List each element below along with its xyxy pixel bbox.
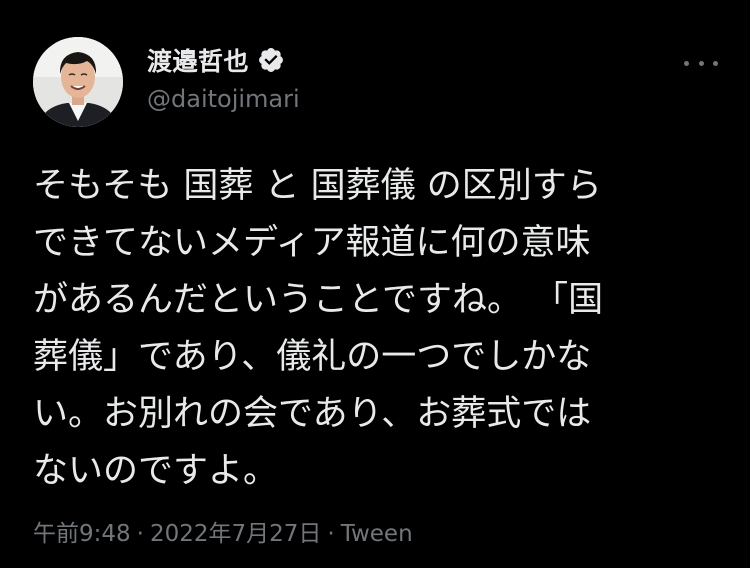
avatar[interactable] [33, 37, 123, 127]
more-options-button[interactable] [684, 56, 718, 70]
display-name[interactable]: 渡邉哲也 [147, 42, 249, 78]
tweet-date[interactable]: 2022年7月27日 [150, 521, 321, 547]
tweet-time[interactable]: 午前9:48 [33, 521, 131, 547]
tweet-text: そもそも 国葬 と 国葬儀 の区別すら できてないメディア報道に何の意味 がある… [33, 166, 604, 491]
verified-badge-icon [257, 46, 285, 74]
more-horizontal-icon-dot [713, 60, 718, 66]
avatar-image [33, 37, 123, 127]
user-handle[interactable]: @daitojimari [147, 85, 300, 113]
author-info: 渡邉哲也 @daitojimari [147, 43, 300, 113]
more-horizontal-icon-dot [684, 60, 689, 66]
tweet: 渡邉哲也 @daitojimari そもそも 国葬 と 国葬儀 の区別すら でき… [0, 0, 750, 568]
more-horizontal-icon-dot [698, 60, 704, 66]
tweet-meta: 午前9:48 · 2022年7月27日 · Tween [33, 514, 413, 548]
meta-separator: · [136, 521, 144, 547]
meta-separator: · [327, 521, 335, 547]
name-row: 渡邉哲也 [147, 43, 300, 77]
tweet-source[interactable]: Tween [341, 521, 413, 547]
